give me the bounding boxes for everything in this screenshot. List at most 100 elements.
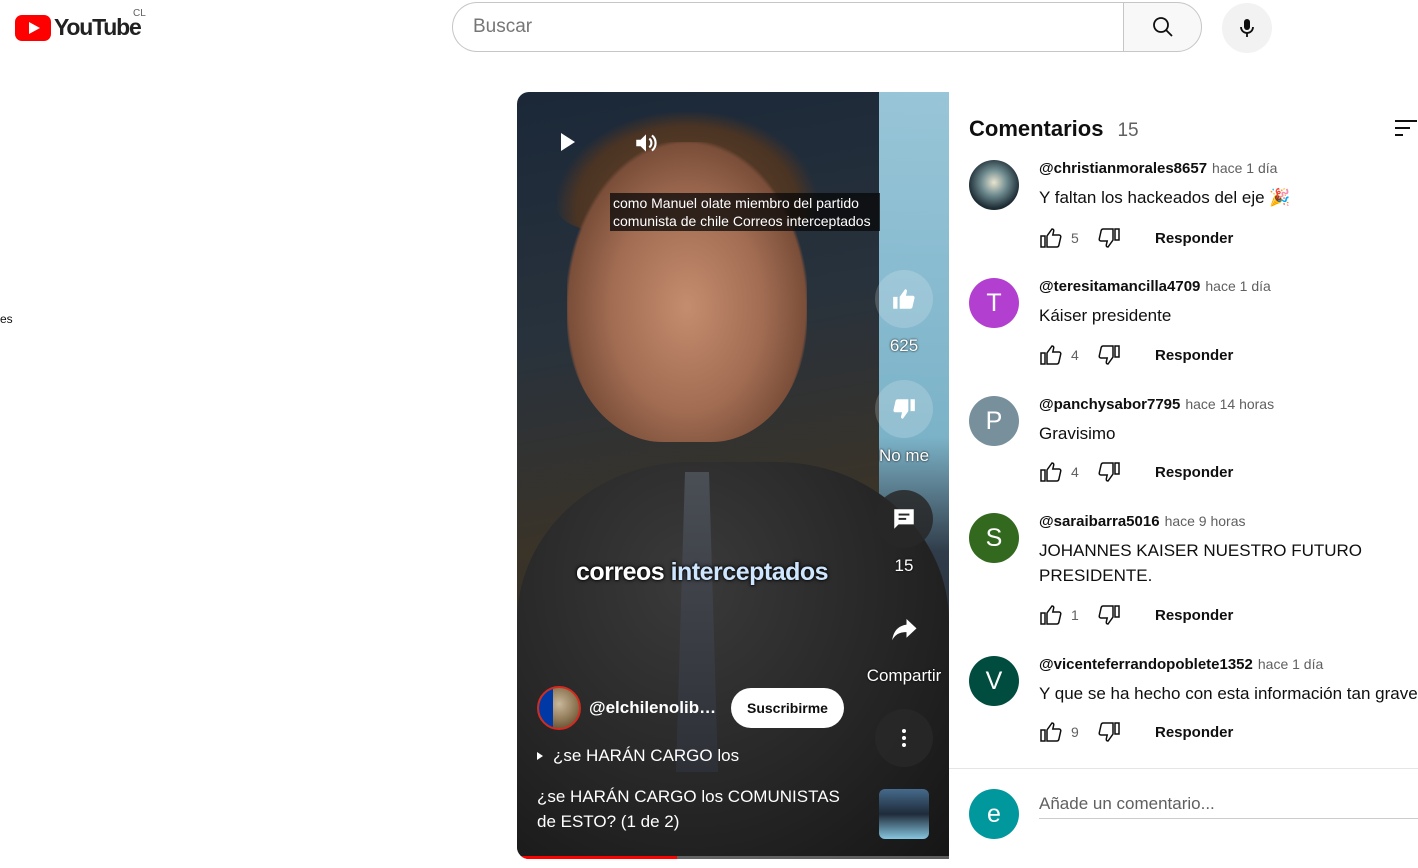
comment-author[interactable]: @teresitamancilla4709 (1039, 278, 1200, 295)
comment-actions: 1 Responder (1039, 603, 1233, 627)
reply-button[interactable]: Responder (1155, 347, 1233, 364)
comment-author[interactable]: @panchysabor7795 (1039, 396, 1180, 413)
closed-caption: como Manuel olate miembro del partido co… (610, 193, 880, 231)
comment-avatar-letter: P (985, 406, 1003, 435)
comment-time[interactable]: hace 1 día (1258, 656, 1323, 672)
dislike-button[interactable] (875, 380, 933, 438)
share-label: Compartir (866, 666, 942, 685)
comment-actions: 5 Responder (1039, 226, 1233, 250)
youtube-play-icon (15, 14, 51, 41)
progress-bar-fill (517, 856, 677, 859)
reply-button[interactable]: Responder (1155, 464, 1233, 481)
voice-search-button[interactable] (1222, 3, 1272, 53)
comment-author[interactable]: @christianmorales8657 (1039, 160, 1207, 177)
like-comment-icon[interactable] (1039, 343, 1063, 367)
like-button[interactable] (875, 270, 933, 328)
comment-like-count: 9 (1071, 724, 1079, 740)
comment-avatar[interactable]: P (969, 396, 1019, 446)
like-action: 625 (864, 270, 944, 356)
comment-icon (894, 509, 914, 529)
progress-bar[interactable] (517, 856, 949, 859)
channel-avatar[interactable] (537, 686, 581, 730)
comment-body: @panchysabor7795 hace 14 horas Gravisimo (1039, 396, 1418, 446)
reply-button[interactable]: Responder (1155, 724, 1233, 741)
comment-avatar-letter: S (985, 523, 1003, 552)
more-vert-icon (902, 729, 906, 747)
comment-text: Káiser presidente (1039, 306, 1172, 325)
reply-button[interactable]: Responder (1155, 607, 1233, 624)
mic-icon (1240, 19, 1254, 37)
dislike-action: No me (864, 380, 944, 466)
comment-text: Y faltan los hackeados del eje 🎉 (1039, 188, 1291, 207)
share-button[interactable] (875, 600, 933, 658)
sort-icon (1395, 120, 1417, 136)
share-icon (892, 619, 917, 641)
search-icon (1152, 17, 1173, 37)
video-title[interactable]: ¿se HARÁN CARGO los COMUNISTAS de ESTO? … (537, 784, 847, 834)
audio-thumbnail[interactable] (879, 789, 929, 839)
playlist-link[interactable]: ¿se HARÁN CARGO los (537, 746, 739, 766)
search-input[interactable] (452, 2, 1123, 52)
volume-icon (636, 134, 657, 152)
more-options-button[interactable] (875, 709, 933, 767)
like-comment-icon[interactable] (1039, 226, 1063, 250)
comment-avatar[interactable]: T (969, 278, 1019, 328)
like-comment-icon[interactable] (1039, 603, 1063, 627)
sort-comments-button[interactable] (1393, 116, 1418, 140)
self-avatar[interactable]: e (969, 789, 1019, 839)
dislike-comment-icon[interactable] (1097, 343, 1121, 367)
comment-time[interactable]: hace 1 día (1212, 160, 1277, 176)
like-comment-icon[interactable] (1039, 460, 1063, 484)
comment-like-count: 5 (1071, 230, 1079, 246)
comment-like-count: 4 (1071, 347, 1079, 363)
play-button[interactable] (555, 130, 579, 159)
comments-count-label: 15 (894, 556, 914, 575)
comment-author[interactable]: @vicenteferrandopoblete1352 (1039, 656, 1253, 673)
comment-time[interactable]: hace 1 día (1205, 278, 1270, 294)
like-count: 625 (889, 336, 919, 355)
shorts-video-player[interactable]: como Manuel olate miembro del partido co… (517, 92, 949, 859)
playlist-label: ¿se HARÁN CARGO los (553, 746, 740, 765)
comment-time[interactable]: hace 14 horas (1185, 396, 1274, 412)
youtube-logo[interactable]: YouTube (15, 14, 142, 41)
dislike-comment-icon[interactable] (1097, 720, 1121, 744)
comment-avatar[interactable] (969, 160, 1019, 210)
comment-actions: 4 Responder (1039, 460, 1233, 484)
logo-text: YouTube (54, 14, 142, 40)
comment-avatar-letter: V (985, 666, 1003, 695)
dislike-comment-icon[interactable] (1097, 460, 1121, 484)
comment-actions: 9 Responder (1039, 720, 1233, 744)
thumbs-down-icon (893, 399, 915, 419)
channel-row: @elchilenolibe… Suscribirme (537, 686, 844, 730)
search-button[interactable] (1123, 2, 1202, 52)
search-bar (452, 2, 1202, 52)
comment-body: @saraibarra5016 hace 9 horas JOHANNES KAI… (1039, 513, 1418, 588)
comment-actions: 4 Responder (1039, 343, 1233, 367)
dislike-comment-icon[interactable] (1097, 226, 1121, 250)
burned-in-caption: correos interceptados (517, 558, 887, 587)
comment-like-count: 1 (1071, 607, 1079, 623)
comment-avatar[interactable]: S (969, 513, 1019, 563)
volume-button[interactable] (633, 130, 659, 161)
play-icon (561, 133, 575, 151)
like-comment-icon[interactable] (1039, 720, 1063, 744)
comments-header: Comentarios 15 (969, 116, 1139, 142)
comment-body: @vicenteferrandopoblete1352 hace 1 día Y … (1039, 656, 1418, 706)
dislike-label: No me (878, 446, 930, 465)
thumbs-up-icon (893, 289, 915, 309)
subscribe-button[interactable]: Suscribirme (731, 688, 844, 728)
channel-name[interactable]: @elchilenolibe… (589, 698, 721, 718)
comment-like-count: 4 (1071, 464, 1079, 480)
comment-avatar-letter: T (986, 288, 1002, 317)
sidebar-fragment: es (0, 312, 13, 326)
comment-time[interactable]: hace 9 horas (1165, 513, 1246, 529)
comment-body: @teresitamancilla4709 hace 1 día Káiser p… (1039, 278, 1418, 328)
masthead: YouTube CL (0, 0, 1418, 56)
comment-text: Y que se ha hecho con esta información t… (1039, 684, 1418, 703)
comment-author[interactable]: @saraibarra5016 (1039, 513, 1160, 530)
dislike-comment-icon[interactable] (1097, 603, 1121, 627)
comments-button[interactable] (875, 490, 933, 548)
add-comment-input[interactable] (1039, 789, 1418, 819)
comment-avatar[interactable]: V (969, 656, 1019, 706)
reply-button[interactable]: Responder (1155, 230, 1233, 247)
